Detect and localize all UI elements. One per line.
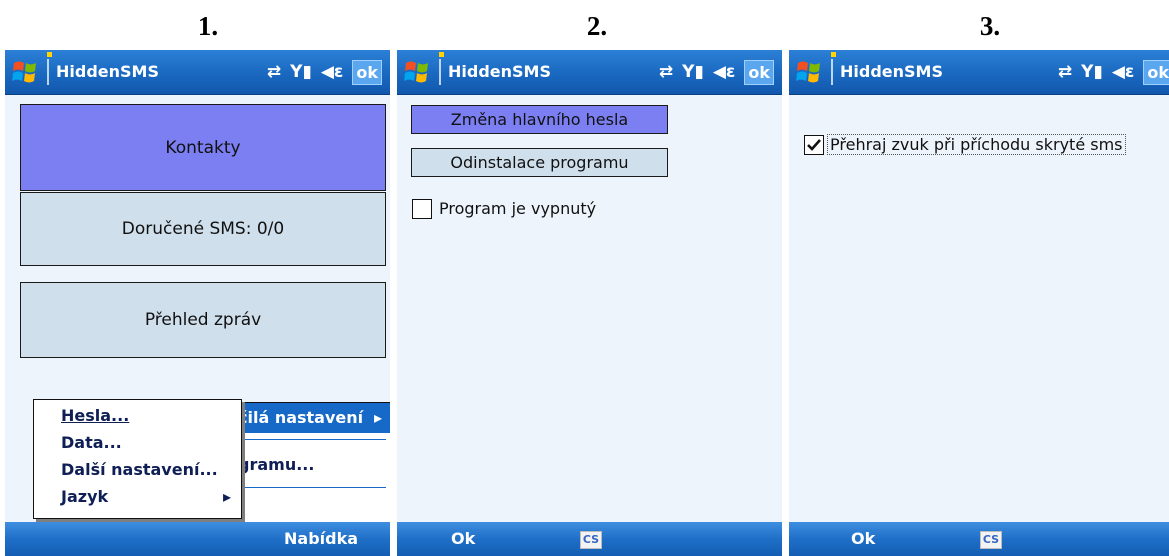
app-title: HiddenSMS: [56, 62, 159, 81]
settings-submenu: Hesla... Data... Další nastavení... Jazy…: [33, 399, 242, 519]
title-bar: HiddenSMS ⇄ Y▮ ◀ɛ ok: [5, 50, 390, 95]
speaker-icon[interactable]: ◀ɛ: [1112, 62, 1135, 82]
notification-dot: [47, 52, 52, 57]
softkey-bar: Ok CS: [789, 522, 1169, 556]
ok-button[interactable]: ok: [352, 59, 382, 85]
program-disabled-label: Program je vypnutý: [439, 199, 597, 218]
content-area: Přehraj zvuk při příchodu skryté sms: [789, 95, 1169, 522]
change-master-password-button[interactable]: Změna hlavního hesla: [411, 105, 668, 134]
checkmark-icon: [807, 139, 821, 151]
menu-separator: [238, 439, 386, 440]
sync-arrows-icon[interactable]: ⇄: [267, 62, 281, 82]
title-bar: HiddenSMS ⇄ Y▮ ◀ɛ ok: [397, 50, 782, 95]
input-method-indicator[interactable]: CS: [580, 531, 602, 549]
speaker-icon[interactable]: ◀ɛ: [713, 62, 736, 82]
submenu-arrow-icon: ▸: [222, 487, 231, 506]
content-area: Kontakty Doručené SMS: 0/0 Přehled zpráv…: [5, 95, 390, 524]
sync-arrows-icon[interactable]: ⇄: [659, 62, 673, 82]
ok-button[interactable]: ok: [744, 59, 774, 85]
softkey-bar: Nabídka: [5, 522, 390, 556]
title-separator: [47, 59, 49, 85]
title-separator: [439, 59, 441, 85]
softkey-bar: Ok CS: [397, 522, 782, 556]
windows-start-icon[interactable]: [403, 59, 431, 85]
program-disabled-checkbox[interactable]: [412, 199, 432, 219]
contacts-button[interactable]: Kontakty: [20, 104, 386, 191]
screen-2: HiddenSMS ⇄ Y▮ ◀ɛ ok Změna hlavního hesl…: [397, 50, 782, 556]
title-bar: HiddenSMS ⇄ Y▮ ◀ɛ ok: [789, 50, 1169, 95]
caption-3: 3.: [979, 11, 1001, 41]
signal-icon[interactable]: Y▮: [682, 62, 704, 82]
app-title: HiddenSMS: [448, 62, 551, 81]
speaker-icon[interactable]: ◀ɛ: [321, 62, 344, 82]
notification-dot: [831, 52, 836, 57]
message-overview-button[interactable]: Přehled zpráv: [20, 282, 386, 358]
received-sms-button[interactable]: Doručené SMS: 0/0: [20, 192, 386, 266]
screen-3: HiddenSMS ⇄ Y▮ ◀ɛ ok Přehraj zvuk při př…: [789, 50, 1169, 556]
submenu-arrow-icon: ▸: [373, 408, 382, 427]
signal-icon[interactable]: Y▮: [1081, 62, 1103, 82]
caption-2: 2.: [586, 11, 608, 41]
softkey-menu[interactable]: Nabídka: [284, 522, 358, 556]
app-title: HiddenSMS: [840, 62, 943, 81]
windows-start-icon[interactable]: [11, 59, 39, 85]
play-sound-checkbox[interactable]: [804, 135, 824, 155]
sync-arrows-icon[interactable]: ⇄: [1058, 62, 1072, 82]
title-separator: [831, 59, 833, 85]
softkey-ok[interactable]: Ok: [851, 522, 875, 556]
caption-1: 1.: [197, 11, 219, 41]
play-sound-label: Přehraj zvuk při příchodu skryté sms: [827, 134, 1126, 155]
notification-dot: [439, 52, 444, 57]
input-method-indicator[interactable]: CS: [980, 531, 1002, 549]
ok-button[interactable]: ok: [1143, 59, 1169, 85]
uninstall-program-button[interactable]: Odinstalace programu: [411, 148, 668, 177]
softkey-ok[interactable]: Ok: [451, 522, 475, 556]
menu-separator: [238, 487, 386, 488]
windows-start-icon[interactable]: [795, 59, 823, 85]
signal-icon[interactable]: Y▮: [290, 62, 312, 82]
content-area: Změna hlavního hesla Odinstalace program…: [397, 95, 782, 522]
screen-1: HiddenSMS ⇄ Y▮ ◀ɛ ok Kontakty Doručené S…: [5, 50, 390, 556]
